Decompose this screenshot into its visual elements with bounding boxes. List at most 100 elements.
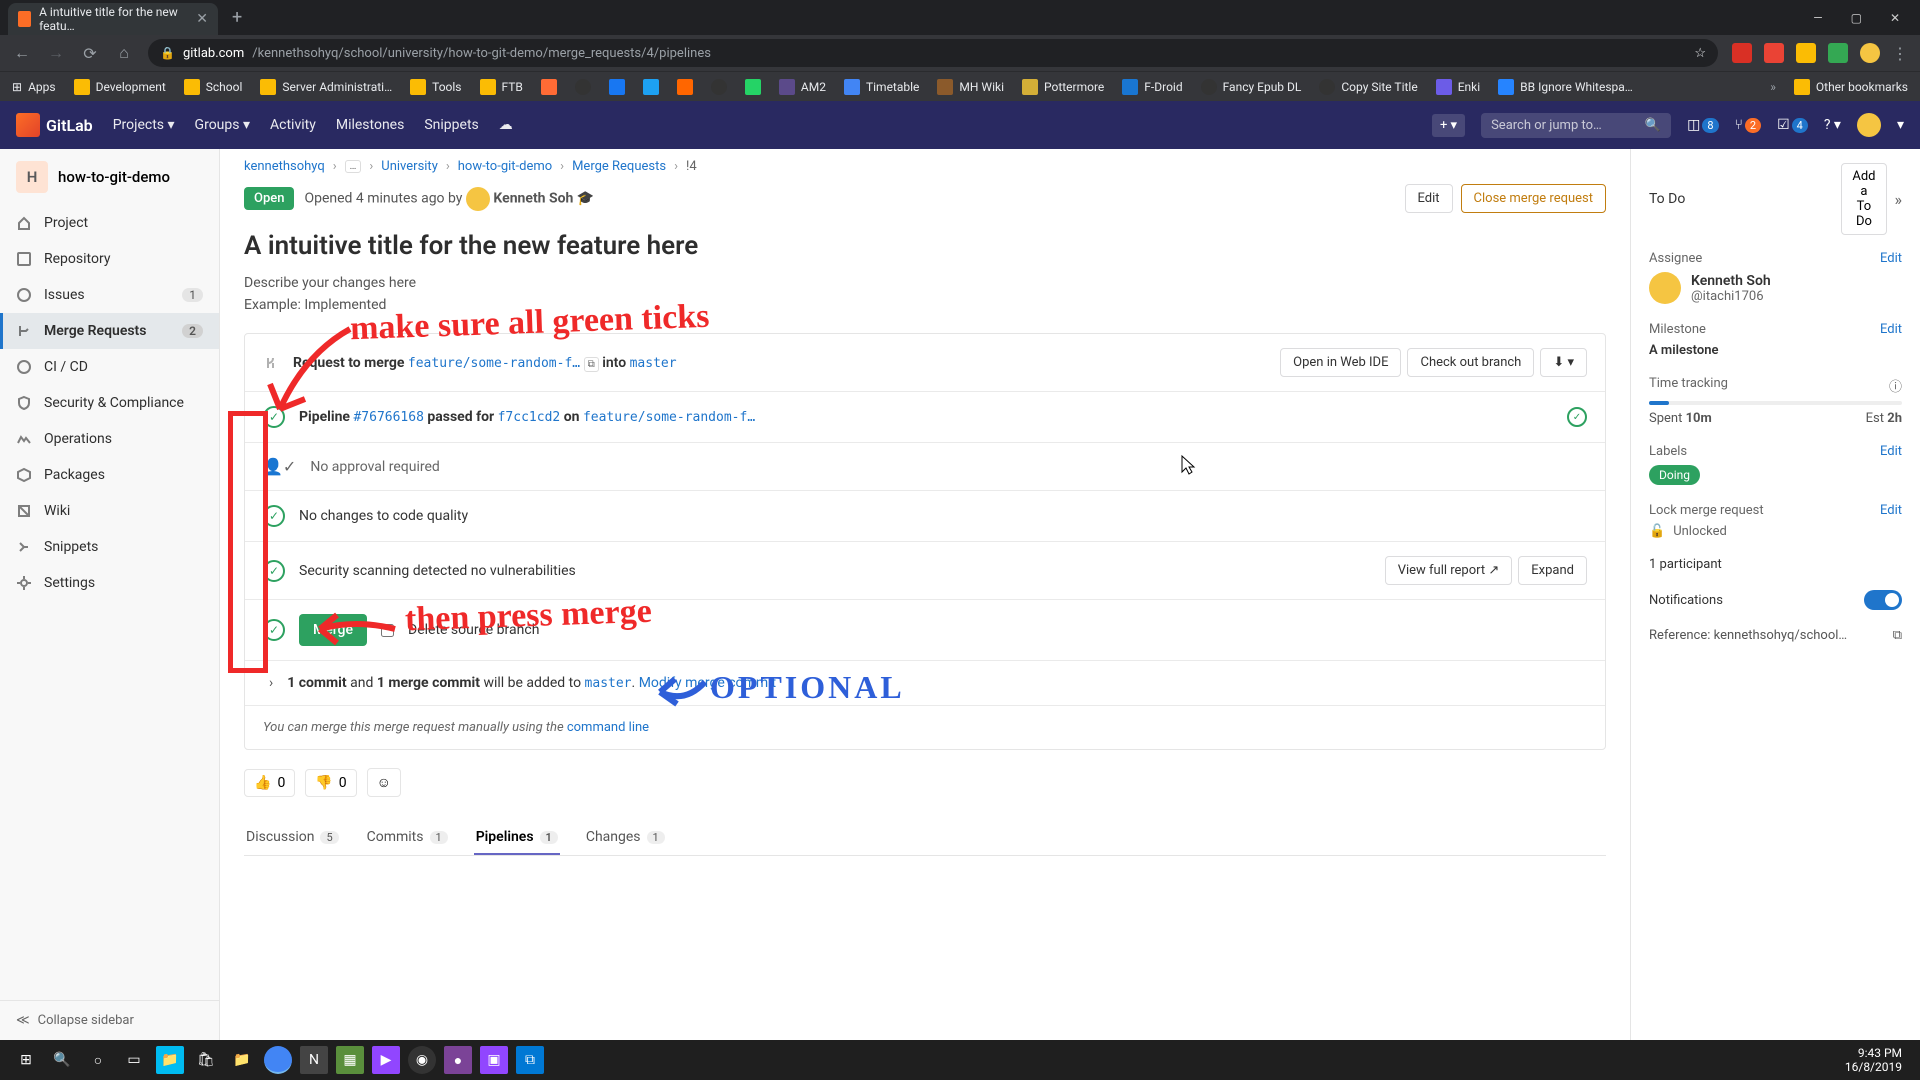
sidebar-item-wiki[interactable]: Wiki	[0, 493, 219, 529]
app-minecraft[interactable]: ▦	[336, 1046, 364, 1074]
tab-commits[interactable]: Commits1	[365, 819, 450, 855]
user-dropdown-icon[interactable]: ▾	[1897, 117, 1904, 133]
bookmark-10[interactable]	[711, 79, 727, 95]
forward-icon[interactable]: →	[46, 43, 66, 63]
label-doing[interactable]: Doing	[1649, 465, 1700, 485]
expand-button[interactable]: Expand	[1518, 556, 1587, 585]
sidebar-item-operations[interactable]: Operations	[0, 421, 219, 457]
star-icon[interactable]: ☆	[1694, 46, 1706, 61]
user-avatar[interactable]	[1857, 113, 1881, 137]
bookmark-server[interactable]: Server Administrati…	[260, 79, 392, 95]
sidebar-item-security[interactable]: Security & Compliance	[0, 385, 219, 421]
profile-avatar[interactable]	[1860, 43, 1880, 63]
bookmark-fb[interactable]	[609, 79, 625, 95]
merge-button[interactable]: Merge	[299, 614, 367, 646]
app-7[interactable]: ▣	[480, 1046, 508, 1074]
browser-tab[interactable]: A intuitive title for the new featu… ✕	[8, 3, 218, 35]
copy-reference-icon[interactable]: ⧉	[1893, 628, 1902, 643]
target-branch[interactable]: master	[630, 356, 677, 371]
sidebar-item-merge-requests[interactable]: Merge Requests2	[0, 313, 219, 349]
bookmark-tw[interactable]	[643, 79, 659, 95]
crumb-ellipsis[interactable]: …	[345, 160, 362, 173]
bookmark-pm[interactable]: Pottermore	[1022, 79, 1104, 95]
checkout-button[interactable]: Check out branch	[1407, 348, 1534, 377]
bookmark-school[interactable]: School	[184, 79, 243, 95]
milestone-value[interactable]: A milestone	[1649, 343, 1902, 358]
ext-icon-1[interactable]	[1732, 43, 1752, 63]
download-button[interactable]: ⬇ ▾	[1540, 348, 1587, 377]
bookmark-cs[interactable]: Copy Site Title	[1319, 79, 1417, 95]
address-bar[interactable]: 🔒 gitlab.com/kennethsohyq/school/univers…	[148, 39, 1718, 67]
back-icon[interactable]: ←	[12, 43, 32, 63]
app-vscode[interactable]: ⧉	[516, 1046, 544, 1074]
crumb-university[interactable]: University	[381, 159, 438, 174]
bookmark-mh[interactable]: MH Wiki	[937, 79, 1004, 95]
close-window-icon[interactable]: ✕	[1890, 11, 1900, 25]
bookmark-wa[interactable]	[745, 79, 761, 95]
pipeline-stage-icon[interactable]: ✓	[1567, 407, 1587, 427]
app-6[interactable]: ●	[444, 1046, 472, 1074]
tab-changes[interactable]: Changes1	[584, 819, 667, 855]
app-notion[interactable]: N	[300, 1046, 328, 1074]
add-todo-button[interactable]: Add a To Do	[1841, 163, 1886, 235]
edit-labels[interactable]: Edit	[1880, 444, 1902, 459]
bookmark-ftb[interactable]: FTB	[480, 79, 523, 95]
branch-link[interactable]: feature/some-random-f…	[583, 410, 755, 425]
bookmark-fe[interactable]: Fancy Epub DL	[1201, 79, 1302, 95]
apps-button[interactable]: ⊞Apps	[12, 80, 56, 94]
crumb-project[interactable]: how-to-git-demo	[458, 159, 552, 174]
open-ide-button[interactable]: Open in Web IDE	[1280, 348, 1401, 377]
sidebar-item-cicd[interactable]: CI / CD	[0, 349, 219, 385]
collapse-sidebar[interactable]: ≪Collapse sidebar	[0, 1000, 219, 1040]
menu-icon[interactable]: ⋮	[1892, 44, 1908, 63]
issues-icon[interactable]: ◫8	[1687, 117, 1718, 133]
tab-pipelines[interactable]: Pipelines1	[474, 819, 560, 855]
time-help-icon[interactable]: ⓘ	[1889, 376, 1902, 395]
other-bookmarks[interactable]: Other bookmarks	[1794, 79, 1908, 95]
maximize-icon[interactable]: ▢	[1851, 11, 1862, 25]
nav-support-icon[interactable]: ☁	[499, 117, 513, 133]
thumbs-up-button[interactable]: 👍0	[244, 769, 295, 797]
bookmark-dev[interactable]: Development	[74, 79, 166, 95]
view-report-button[interactable]: View full report ↗	[1385, 556, 1513, 585]
modify-commit-link[interactable]: Modify merge commit	[639, 675, 776, 691]
todos-icon[interactable]: ☑4	[1777, 117, 1808, 133]
app-obs[interactable]: ◉	[408, 1046, 436, 1074]
app-twitch[interactable]: ▶	[372, 1046, 400, 1074]
nav-projects[interactable]: Projects ▾	[113, 117, 175, 133]
sidebar-item-snippets[interactable]: Snippets	[0, 529, 219, 565]
bookmark-6[interactable]	[541, 79, 557, 95]
copy-branch-icon[interactable]: ⧉	[584, 357, 599, 372]
edit-button[interactable]: Edit	[1405, 184, 1453, 213]
bookmark-tt[interactable]: Timetable	[844, 79, 919, 95]
tab-discussion[interactable]: Discussion5	[244, 819, 341, 855]
sidebar-item-issues[interactable]: Issues1	[0, 277, 219, 313]
command-line-link[interactable]: command line	[567, 720, 649, 735]
pipeline-link[interactable]: #76766168	[353, 410, 423, 425]
search-taskbar-icon[interactable]: 🔍	[48, 1046, 76, 1074]
nav-groups[interactable]: Groups ▾	[195, 117, 250, 133]
nav-snippets[interactable]: Snippets	[424, 117, 478, 133]
app-chrome[interactable]	[264, 1046, 292, 1074]
edit-lock[interactable]: Edit	[1880, 503, 1902, 518]
delete-branch-checkbox[interactable]	[381, 624, 394, 637]
notifications-toggle[interactable]	[1864, 590, 1902, 610]
add-reaction-button[interactable]: ☺	[367, 768, 401, 797]
ext-icon-3[interactable]	[1796, 43, 1816, 63]
reload-icon[interactable]: ⟳	[80, 44, 100, 63]
crumb-user[interactable]: kennethsohyq	[244, 159, 325, 174]
home-icon[interactable]: ⌂	[114, 43, 134, 63]
app-1[interactable]: 📁	[156, 1046, 184, 1074]
bookmark-tools[interactable]: Tools	[410, 79, 461, 95]
bookmarks-overflow[interactable]: »	[1770, 80, 1776, 94]
start-button[interactable]: ⊞	[12, 1046, 40, 1074]
thumbs-down-button[interactable]: 👎0	[305, 769, 356, 797]
sidebar-item-project[interactable]: Project	[0, 205, 219, 241]
search-input[interactable]: Search or jump to… 🔍	[1481, 113, 1671, 138]
assignee-user[interactable]: Kenneth Soh@itachi1706	[1649, 272, 1902, 304]
taskview-icon[interactable]: ▭	[120, 1046, 148, 1074]
ext-icon-4[interactable]	[1828, 43, 1848, 63]
nav-milestones[interactable]: Milestones	[336, 117, 405, 133]
edit-milestone[interactable]: Edit	[1880, 322, 1902, 337]
source-branch[interactable]: feature/some-random-f…	[408, 356, 580, 371]
